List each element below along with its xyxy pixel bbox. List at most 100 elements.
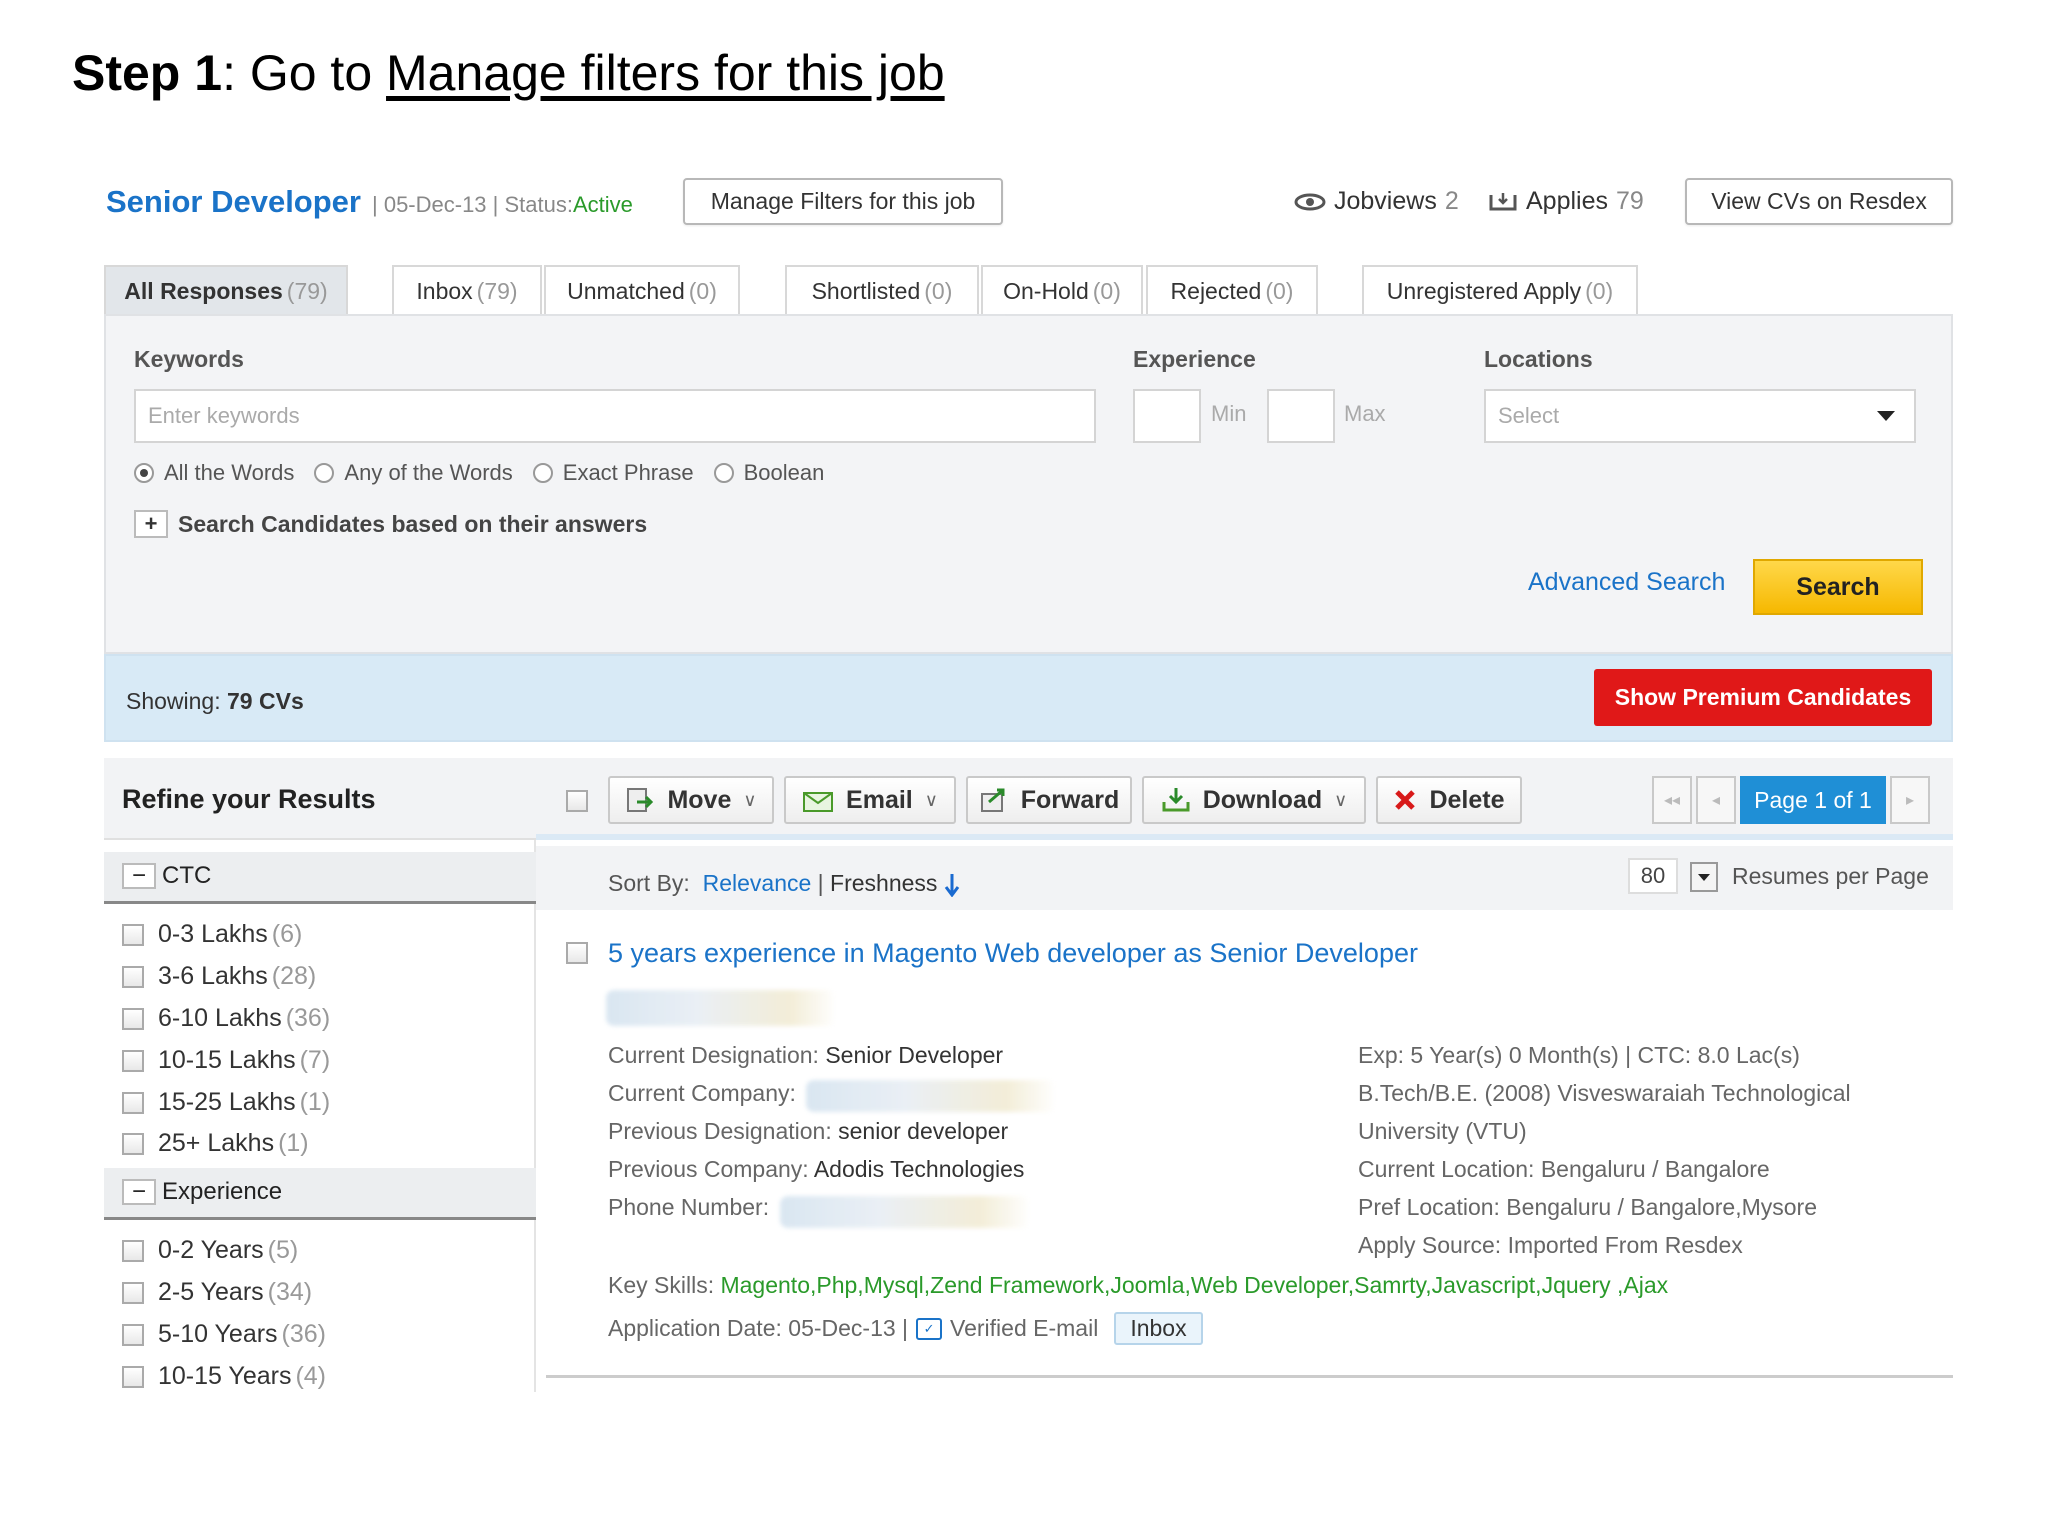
job-title[interactable]: Senior Developer (106, 184, 361, 220)
checkbox[interactable] (122, 965, 144, 988)
checkbox[interactable] (122, 1239, 144, 1262)
email-button[interactable]: Email ∨ (784, 776, 956, 824)
checkbox[interactable] (122, 1091, 144, 1114)
jobviews-count: 2 (1444, 187, 1459, 215)
filter-count: (1) (278, 1129, 309, 1157)
checkbox[interactable] (122, 1007, 144, 1030)
current-location: Current Location: Bengaluru / Bangalore (1358, 1156, 1770, 1182)
filter-count: (7) (299, 1046, 331, 1074)
sort-relevance-link[interactable]: Relevance (703, 870, 812, 896)
tab-unregistered-apply[interactable]: Unregistered Apply (0) (1362, 265, 1638, 316)
checkbox[interactable] (122, 1132, 144, 1155)
first-page-icon[interactable]: ◂◂ (1652, 776, 1692, 824)
email-label: Email (846, 785, 913, 814)
tab-all-responses[interactable]: All Responses (79) (104, 265, 348, 316)
next-page-icon[interactable]: ▸ (1890, 776, 1930, 824)
tab-label: Unmatched (567, 278, 685, 304)
forward-button[interactable]: Forward (966, 776, 1132, 824)
manage-filters-button[interactable]: Manage Filters for this job (683, 178, 1003, 225)
tab-unmatched[interactable]: Unmatched (0) (544, 265, 740, 316)
result-title-link[interactable]: 5 years experience in Magento Web develo… (608, 938, 1418, 969)
ctc-filter-item[interactable]: 0-3 Lakhs (6) (122, 920, 302, 949)
radio-boolean[interactable]: Boolean (713, 460, 824, 486)
experience-min-input[interactable] (1133, 389, 1201, 443)
filter-label: 0-3 Lakhs (158, 920, 268, 948)
experience-filter-item[interactable]: 2-5 Years (34) (122, 1278, 312, 1307)
radio-checked-icon (134, 463, 154, 483)
checkbox[interactable] (122, 1281, 144, 1304)
verified-email-icon: ✓ (916, 1317, 943, 1340)
match-type-options: All the Words Any of the Words Exact Phr… (134, 460, 844, 486)
checkbox[interactable] (122, 1365, 144, 1388)
applies-stat: Applies 79 (1488, 187, 1644, 216)
filter-label: 25+ Lakhs (158, 1129, 275, 1157)
tab-inbox[interactable]: Inbox (79) (392, 265, 542, 316)
key-skills-value: Magento,Php,Mysql,Zend Framework,Joomla,… (720, 1272, 1669, 1298)
answers-expander[interactable]: + Search Candidates based on their answe… (134, 510, 647, 538)
ctc-section-title[interactable]: − CTC (122, 862, 211, 890)
radio-all-words[interactable]: All the Words (134, 460, 294, 486)
showing-count: Showing: 79 CVs (126, 688, 304, 715)
experience-section-title[interactable]: − Experience (122, 1178, 282, 1206)
locations-select[interactable]: Select (1484, 389, 1916, 443)
move-button[interactable]: Move ∨ (608, 776, 774, 824)
experience-filter-item[interactable]: 5-10 Years (36) (122, 1320, 326, 1349)
filter-count: (5) (267, 1236, 299, 1264)
ctc-filter-item[interactable]: 25+ Lakhs (1) (122, 1129, 309, 1158)
forward-icon (980, 788, 1005, 812)
resumes-per-page-dropdown[interactable] (1690, 862, 1718, 892)
ctc-filter-item[interactable]: 6-10 Lakhs (36) (122, 1004, 330, 1033)
jobviews-stat: Jobviews 2 (1294, 187, 1459, 216)
experience-filter-item[interactable]: 10-15 Years (4) (122, 1362, 326, 1391)
filter-label: 3-6 Lakhs (158, 962, 268, 990)
ctc-filter-item[interactable]: 15-25 Lakhs (1) (122, 1088, 330, 1117)
resumes-per-page-input[interactable]: 80 (1628, 858, 1678, 894)
verified-email-label: Verified E-mail (950, 1315, 1099, 1341)
phone-number: Phone Number: (608, 1194, 769, 1221)
view-cvs-resdex-button[interactable]: View CVs on Resdex (1685, 178, 1953, 225)
ctc-filter-item[interactable]: 10-15 Lakhs (7) (122, 1046, 330, 1075)
delete-button[interactable]: Delete (1376, 776, 1522, 824)
step-separator: : Go to (222, 45, 387, 101)
answers-label: Search Candidates based on their answers (178, 510, 648, 537)
search-button[interactable]: Search (1753, 559, 1923, 615)
tab-label: All Responses (124, 278, 283, 304)
tab-shortlisted[interactable]: Shortlisted (0) (785, 265, 979, 316)
radio-exact-phrase[interactable]: Exact Phrase (532, 460, 694, 486)
experience-max-input[interactable] (1267, 389, 1335, 443)
tab-label: Unregistered Apply (1386, 278, 1582, 304)
radio-icon (314, 463, 335, 483)
checkbox[interactable] (122, 1049, 144, 1072)
prev-page-icon[interactable]: ◂ (1696, 776, 1736, 824)
tab-rejected[interactable]: Rejected (0) (1146, 265, 1318, 316)
job-status: Active (572, 192, 633, 217)
download-icon (1162, 788, 1190, 812)
preferred-location: Pref Location: Bengaluru / Bangalore,Mys… (1358, 1194, 1817, 1220)
jobviews-label: Jobviews (1334, 187, 1437, 215)
tab-on-hold[interactable]: On-Hold (0) (981, 265, 1143, 316)
result-divider (546, 1375, 1953, 1378)
candidate-name-redacted (606, 990, 836, 1026)
advanced-search-link[interactable]: Advanced Search (1528, 568, 1725, 597)
checkbox[interactable] (122, 923, 144, 946)
experience-min-label: Min (1211, 401, 1247, 426)
sort-options: Sort By: Relevance | Freshness (608, 870, 960, 898)
ctc-filter-item[interactable]: 3-6 Lakhs (28) (122, 962, 316, 991)
checkbox[interactable] (122, 1323, 144, 1346)
slide-heading: Step 1: Go to Manage filters for this jo… (72, 44, 945, 102)
detail-value: Senior Developer (825, 1042, 1004, 1068)
keywords-input[interactable]: Enter keywords (134, 389, 1096, 443)
education-line-2: University (VTU) (1358, 1118, 1527, 1144)
result-checkbox[interactable] (566, 942, 588, 964)
show-premium-button[interactable]: Show Premium Candidates (1594, 669, 1932, 726)
radio-any-words[interactable]: Any of the Words (314, 460, 513, 486)
download-label: Download (1202, 785, 1323, 814)
download-button[interactable]: Download ∨ (1142, 776, 1366, 824)
experience-filter-item[interactable]: 0-2 Years (5) (122, 1236, 298, 1265)
delete-label: Delete (1429, 785, 1505, 814)
collapse-icon: − (122, 1179, 156, 1205)
select-all-checkbox[interactable] (566, 790, 588, 812)
tab-count: (0) (688, 278, 717, 304)
filter-count: (1) (299, 1088, 331, 1116)
sort-freshness-link[interactable]: Freshness (830, 870, 937, 896)
